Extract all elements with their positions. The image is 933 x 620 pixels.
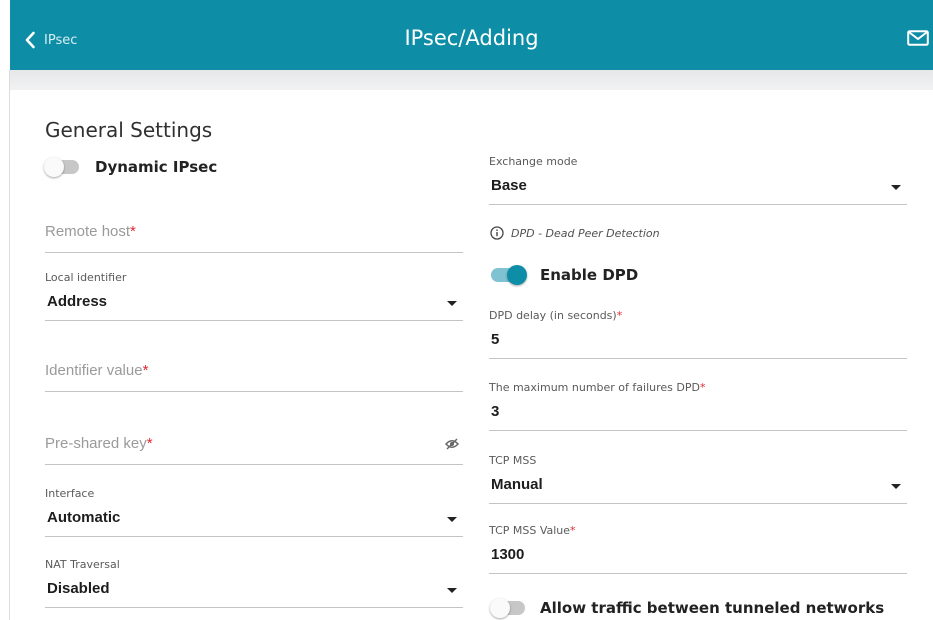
tcp-mss-select[interactable]: TCP MSS Manual [489,454,907,504]
caret-down-icon [891,484,901,489]
caret-down-icon [447,517,457,522]
tcp-mss-value-input[interactable]: TCP MSS Value* 1300 [489,524,907,574]
exchange-mode-value: Base [491,177,527,194]
identifier-value-placeholder: Identifier value [45,362,143,379]
tcp-mss-value-value: 1300 [491,546,525,563]
nat-traversal-select[interactable]: NAT Traversal Disabled [45,558,463,608]
eye-off-icon[interactable] [445,437,459,455]
info-icon [490,226,504,240]
tcp-mss-label: TCP MSS [489,454,537,467]
enable-dpd-label: Enable DPD [540,266,639,284]
pre-shared-key-input[interactable]: Pre-shared key* [45,425,463,465]
mail-icon[interactable] [907,30,929,51]
caret-down-icon [891,185,901,190]
identifier-value-input[interactable]: Identifier value* [45,352,463,392]
dpd-info: DPD - Dead Peer Detection [490,226,660,240]
dynamic-ipsec-toggle[interactable] [44,157,79,177]
dpd-delay-value: 5 [491,331,500,348]
top-bar: IPsec IPsec/Adding [10,0,933,70]
caret-down-icon [447,301,457,306]
caret-down-icon [447,588,457,593]
interface-value: Automatic [47,509,121,526]
exchange-mode-select[interactable]: Exchange mode Base [489,155,907,205]
enable-dpd-toggle[interactable] [491,265,527,285]
max-failures-label: The maximum number of failures DPD [489,381,700,394]
tcp-mss-value-label: TCP MSS Value [489,524,571,537]
dynamic-ipsec-label: Dynamic IPsec [95,158,218,176]
local-identifier-select[interactable]: Local identifier Address [45,271,463,321]
dpd-delay-input[interactable]: DPD delay (in seconds)* 5 [489,309,907,359]
dpd-delay-label: DPD delay (in seconds) [489,309,617,322]
allow-traffic-label: Allow traffic between tunneled networks [540,599,885,617]
max-failures-value: 3 [491,403,500,420]
exchange-mode-label: Exchange mode [489,155,578,168]
local-identifier-label: Local identifier [45,271,127,284]
allow-traffic-toggle[interactable] [490,598,525,618]
section-title-general: General Settings [45,118,213,142]
nat-traversal-value: Disabled [47,580,110,597]
tcp-mss-value: Manual [491,476,543,493]
remote-host-input[interactable]: Remote host* [45,213,463,253]
nat-traversal-label: NAT Traversal [45,558,120,571]
content-border [9,70,10,620]
header-shadow [10,70,933,90]
max-failures-input[interactable]: The maximum number of failures DPD* 3 [489,381,907,431]
pre-shared-key-placeholder: Pre-shared key [45,435,147,452]
dpd-info-text: DPD - Dead Peer Detection [511,226,660,240]
interface-label: Interface [45,487,95,500]
remote-host-placeholder: Remote host [45,223,131,240]
page-title: IPsec/Adding [404,26,539,50]
local-identifier-value: Address [47,293,108,310]
interface-select[interactable]: Interface Automatic [45,487,463,537]
